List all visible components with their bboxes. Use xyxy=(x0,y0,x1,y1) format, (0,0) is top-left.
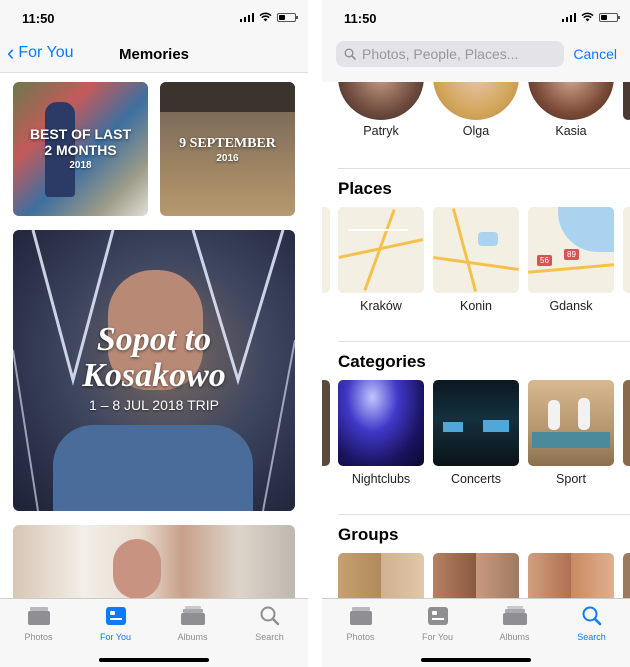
person-name: Olga xyxy=(462,124,490,138)
tab-label: Photos xyxy=(346,632,375,642)
categories-heading: Categories xyxy=(338,352,426,371)
wifi-icon xyxy=(259,12,272,22)
memory-card-best-of[interactable]: BEST OF LAST 2 MONTHS 2018 xyxy=(13,82,148,216)
memory-card-4[interactable] xyxy=(13,525,295,605)
system-icons xyxy=(561,12,620,22)
for-you-icon xyxy=(399,606,476,626)
category-partial-left[interactable] xyxy=(322,380,330,466)
status-time: 11:50 xyxy=(22,11,55,26)
tab-photos[interactable]: Photos xyxy=(322,606,399,642)
memory-title: BEST OF LAST 2 MONTHS xyxy=(29,126,132,158)
place-name: Konin xyxy=(460,299,492,313)
groups-heading: Groups xyxy=(338,525,399,544)
search-field[interactable] xyxy=(336,41,564,67)
category-name: Nightclubs xyxy=(351,472,411,486)
tab-bar: Photos For You Albums Search xyxy=(322,598,630,667)
home-indicator[interactable] xyxy=(99,658,209,662)
places-heading: Places xyxy=(338,179,392,198)
road-badge: 89 xyxy=(564,249,579,260)
tab-label: Search xyxy=(255,632,284,642)
albums-icon xyxy=(476,606,553,626)
photos-icon xyxy=(322,606,399,626)
tab-search[interactable]: Search xyxy=(553,606,630,642)
battery-icon xyxy=(277,12,298,22)
tab-albums[interactable]: Albums xyxy=(154,606,231,642)
home-indicator[interactable] xyxy=(421,658,531,662)
for-you-icon xyxy=(77,606,154,626)
place-partial-left[interactable] xyxy=(322,207,330,293)
battery-icon xyxy=(599,12,620,22)
tab-bar: Photos For You Albums Search xyxy=(0,598,308,667)
denim-jacket xyxy=(53,425,253,511)
memory-subtitle: 2016 xyxy=(216,153,239,164)
cellular-signal-icon xyxy=(561,12,576,22)
tab-label: For You xyxy=(421,632,454,642)
search-icon xyxy=(553,606,630,626)
divider-gap xyxy=(308,0,322,667)
memory-card-sopot[interactable]: Sopot to Kosakowo 1 – 8 JUL 2018 TRIP xyxy=(13,230,295,511)
place-partial-right[interactable] xyxy=(623,207,630,293)
road-badge: 56 xyxy=(537,255,552,266)
tab-photos[interactable]: Photos xyxy=(0,606,77,642)
section-divider xyxy=(338,168,630,169)
albums-icon xyxy=(154,606,231,626)
search-icon xyxy=(231,606,308,626)
memory-title: 9 SEPTEMBER xyxy=(179,136,276,151)
place-krakow[interactable] xyxy=(338,207,424,293)
tab-label: Photos xyxy=(24,632,53,642)
ceiling xyxy=(160,82,295,112)
search-bar: Cancel xyxy=(322,36,630,82)
tab-for-you[interactable]: For You xyxy=(77,606,154,642)
place-name: Kraków xyxy=(360,299,402,313)
cancel-button[interactable]: Cancel xyxy=(573,46,617,62)
status-bar: 11:50 xyxy=(322,0,630,38)
tab-label: Search xyxy=(577,632,606,642)
place-gdansk[interactable]: 56 89 xyxy=(528,207,614,293)
section-divider xyxy=(338,514,630,515)
place-konin[interactable] xyxy=(433,207,519,293)
search-screen: Patryk Olga Kasia Places Kraków Konin 56… xyxy=(322,0,630,667)
tab-label: Albums xyxy=(499,632,530,642)
status-bar: 11:50 xyxy=(0,0,308,38)
person-name: Kasia xyxy=(555,124,587,138)
tab-albums[interactable]: Albums xyxy=(476,606,553,642)
page-title: Memories xyxy=(118,46,190,63)
nav-bar: ‹ For You Memories xyxy=(0,36,308,73)
tab-search[interactable]: Search xyxy=(231,606,308,642)
place-name: Gdansk xyxy=(549,299,593,313)
wifi-icon xyxy=(581,12,594,22)
section-divider xyxy=(338,341,630,342)
category-sport[interactable] xyxy=(528,380,614,466)
person-name: Patryk xyxy=(363,124,399,138)
search-input[interactable] xyxy=(360,45,554,63)
photos-icon xyxy=(0,606,77,626)
category-partial-right[interactable] xyxy=(623,380,630,466)
tab-label: For You xyxy=(99,632,132,642)
category-name: Sport xyxy=(556,472,586,486)
memory-subtitle: 1 – 8 JUL 2018 TRIP xyxy=(89,397,219,413)
category-name: Concerts xyxy=(450,472,502,486)
memory-title: Sopot to Kosakowo xyxy=(82,321,226,394)
tab-label: Albums xyxy=(177,632,208,642)
tab-for-you[interactable]: For You xyxy=(399,606,476,642)
magnifier-icon xyxy=(344,48,356,60)
status-time: 11:50 xyxy=(344,11,377,26)
system-icons xyxy=(239,12,298,22)
category-concerts[interactable] xyxy=(433,380,519,466)
memory-subtitle: 2018 xyxy=(69,160,92,171)
memory-card-september[interactable]: 9 SEPTEMBER 2016 xyxy=(160,82,295,216)
face xyxy=(113,539,161,599)
category-nightclubs[interactable] xyxy=(338,380,424,466)
cellular-signal-icon xyxy=(239,12,254,22)
memories-screen: 11:50 ‹ For You Memories BEST OF LAST 2 … xyxy=(0,0,308,667)
